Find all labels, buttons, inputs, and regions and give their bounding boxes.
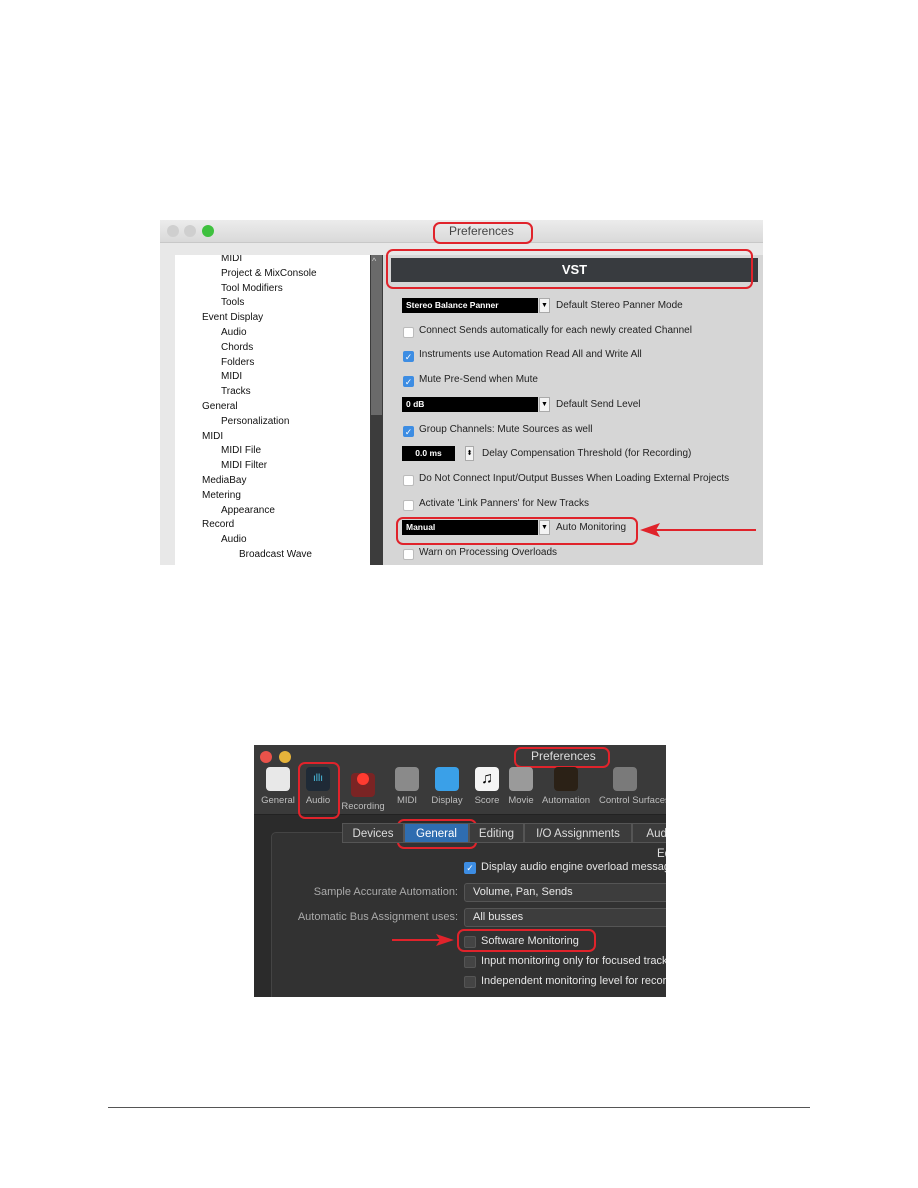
tree-item[interactable]: Project & MixConsole <box>221 268 317 279</box>
tree-item[interactable]: MediaBay <box>202 475 246 486</box>
toolbar-control-surfaces[interactable]: Control Surfaces <box>599 767 666 806</box>
tree-item[interactable]: Broadcast Wave <box>239 549 312 560</box>
checkbox-label: Group Channels: Mute Sources as well <box>419 423 593 435</box>
checkbox-label: Do Not Connect Input/Output Busses When … <box>419 472 730 484</box>
select-label: Default Stereo Panner Mode <box>556 300 683 311</box>
checkbox[interactable] <box>403 326 414 338</box>
bus-assignment-select[interactable]: All busses <box>464 908 666 927</box>
scroll-up-icon[interactable]: ^ <box>372 256 376 266</box>
footer-divider <box>108 1107 810 1108</box>
tree-item[interactable]: Personalization <box>221 416 289 427</box>
tree-item[interactable]: Event Display <box>202 312 263 323</box>
checkbox[interactable]: ✓ <box>403 425 414 437</box>
tree-item[interactable]: Tracks <box>221 386 251 397</box>
tree-item[interactable]: Chords <box>221 342 253 353</box>
checkbox-label: Activate 'Link Panners' for New Tracks <box>419 497 589 509</box>
checkbox-label: Warn on Processing Overloads <box>419 547 558 558</box>
zoom-button[interactable] <box>202 225 214 237</box>
checkbox[interactable] <box>403 474 414 486</box>
tree-item[interactable]: MIDI File <box>221 445 261 456</box>
tree-scrollbar[interactable]: ^ <box>370 255 383 565</box>
automation-icon <box>554 767 578 791</box>
preferences-toolbar: Preferences General ıllı Audio Recording MID… <box>254 745 666 819</box>
select-field[interactable]: 0 dB <box>402 396 538 412</box>
toolbar-label: Automation <box>541 795 591 806</box>
spinner-field[interactable]: 0.0 ms <box>402 446 455 462</box>
chevron-down-icon[interactable]: ▼ <box>539 298 550 313</box>
preferences-tree: MIDI Project & MixConsole Tool Modifiers To… <box>175 255 370 565</box>
highlight-box <box>396 517 638 545</box>
chevron-down-icon[interactable]: ▼ <box>539 396 550 412</box>
tree-item[interactable]: Record <box>202 519 234 530</box>
cubase-preferences-screenshot: Preferences MIDI Project & MixConsole Tool… <box>160 220 763 565</box>
audio-waveform-icon: ıllı <box>306 767 330 791</box>
tree-item[interactable]: Folders <box>221 357 254 368</box>
tree-item[interactable]: MIDI <box>202 431 223 442</box>
tree-item[interactable]: Tool Modifiers <box>221 283 283 294</box>
highlight-box <box>433 222 533 244</box>
tab-devices[interactable]: Devices <box>342 823 404 843</box>
tree-item[interactable]: Audio <box>221 534 247 545</box>
highlight-box <box>514 747 610 768</box>
tab-audio-file-editor[interactable]: Audio File Editor <box>632 823 666 860</box>
minimize-button[interactable] <box>279 751 291 763</box>
checkbox-label: Input monitoring only for focused track <box>481 955 666 967</box>
checkbox-label: Mute Pre-Send when Mute <box>419 374 538 386</box>
checkbox-label: Connect Sends automatically for each new… <box>419 324 692 336</box>
checkbox[interactable] <box>464 976 476 988</box>
logic-preferences-screenshot: Preferences General ıllı Audio Recording MID… <box>254 745 666 997</box>
select-field[interactable]: Stereo Balance Panner <box>402 298 538 313</box>
title-bar: Preferences <box>160 220 763 244</box>
highlight-box <box>386 249 753 289</box>
scrollbar-thumb[interactable] <box>371 255 382 415</box>
midi-port-icon <box>395 767 419 791</box>
monitor-icon <box>435 767 459 791</box>
checkbox[interactable]: ✓ <box>403 376 414 388</box>
general-switch-icon <box>266 767 290 791</box>
close-button[interactable] <box>167 225 179 237</box>
select-label: Default Send Level <box>556 398 641 410</box>
tab-editing[interactable]: Editing <box>469 823 524 843</box>
checkbox[interactable]: ✓ <box>403 351 414 363</box>
display-overload-checkbox[interactable]: ✓ <box>464 862 476 874</box>
checkbox[interactable] <box>464 956 476 968</box>
checkbox-label: Software Monitoring <box>481 935 579 947</box>
camera-icon <box>509 767 533 791</box>
tree-item[interactable]: Appearance <box>221 505 275 516</box>
tree-item[interactable]: Metering <box>202 490 241 501</box>
tab-i-o-assignments[interactable]: I/O Assignments <box>524 823 632 843</box>
bus-assignment-label: Automatic Bus Assignment uses: <box>297 911 458 923</box>
sample-accurate-label: Sample Accurate Automation: <box>313 886 458 898</box>
checkbox-label: Instruments use Automation Read All and … <box>419 349 642 361</box>
checkbox[interactable] <box>403 549 414 560</box>
checkbox[interactable] <box>403 499 414 511</box>
tab-general[interactable]: General <box>404 823 469 843</box>
checkbox[interactable] <box>464 936 476 948</box>
stepper-icon[interactable]: ⬍ <box>465 446 474 462</box>
checkbox-label: Independent monitoring level for record-… <box>481 975 666 987</box>
record-icon <box>351 773 375 797</box>
tree-item[interactable]: MIDI Filter <box>221 460 267 471</box>
minimize-button[interactable] <box>184 225 196 237</box>
tree-item[interactable]: MIDI <box>221 255 242 264</box>
tree-item[interactable]: Tools <box>221 297 244 308</box>
sample-accurate-select[interactable]: Volume, Pan, Sends <box>464 883 666 902</box>
toolbar-automation[interactable]: Automation <box>540 767 592 806</box>
tree-item[interactable]: Audio <box>221 327 247 338</box>
tree-item[interactable]: MIDI <box>221 371 242 382</box>
close-button[interactable] <box>260 751 272 763</box>
spinner-label: Delay Compensation Threshold (for Record… <box>482 448 692 460</box>
display-overload-label: Display audio engine overload message <box>481 861 666 873</box>
toolbar-label: Control Surfaces <box>599 795 666 806</box>
faders-icon <box>613 767 637 791</box>
tree-item[interactable]: General <box>202 401 238 412</box>
red-arrow-icon <box>392 934 454 946</box>
red-arrow-icon <box>640 523 756 537</box>
